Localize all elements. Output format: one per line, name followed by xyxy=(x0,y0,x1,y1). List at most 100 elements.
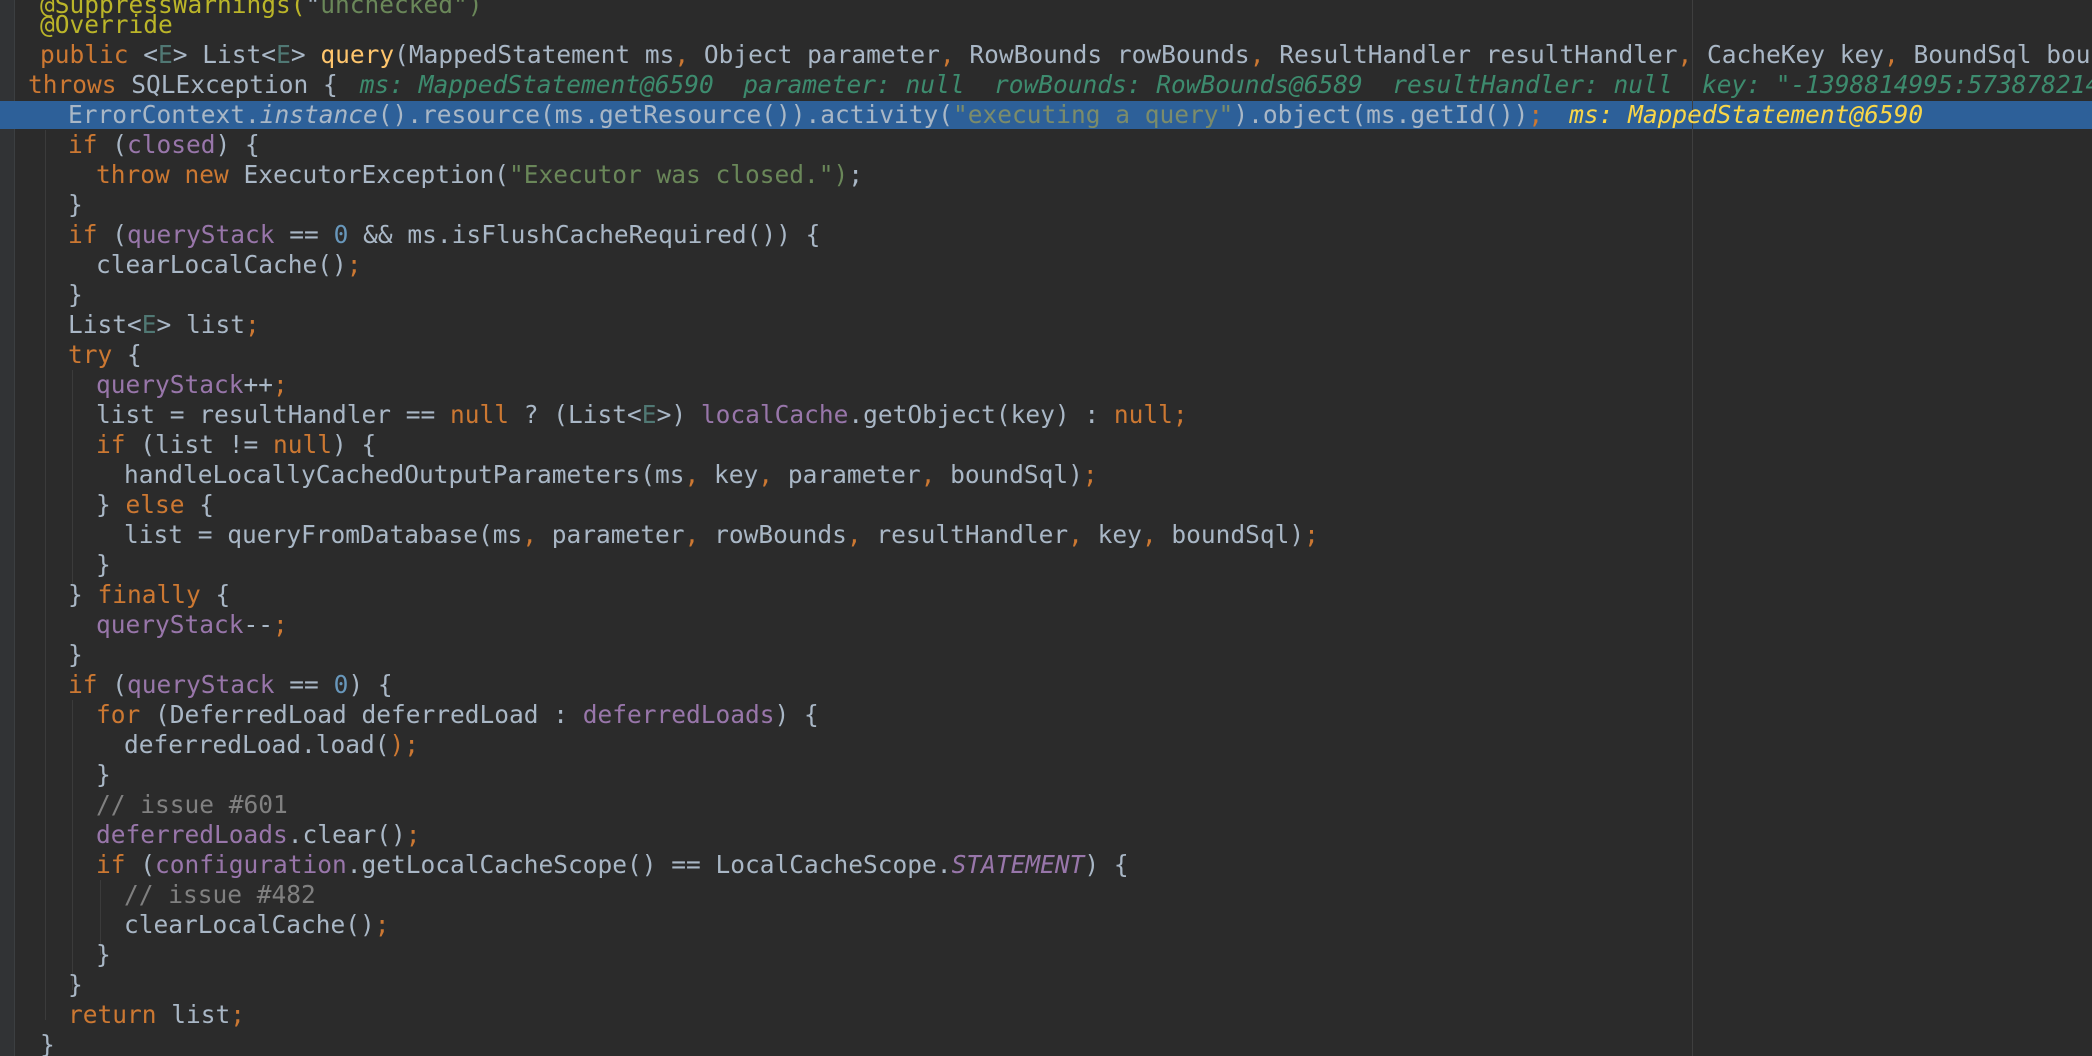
code-editor[interactable]: @SuppressWarnings("unchecked") @Override… xyxy=(0,0,2092,1056)
code-text: list = queryFromDatabase(ms xyxy=(124,520,523,549)
code-text: localCache xyxy=(700,400,849,429)
code-text: , xyxy=(939,40,955,69)
code-text: } xyxy=(68,190,83,219)
code-text: ++ xyxy=(243,370,274,399)
code-line[interactable]: queryStack--; xyxy=(96,610,288,640)
code-text: ; xyxy=(374,910,390,939)
code-text: deferredLoads xyxy=(582,700,775,729)
code-text: 0 xyxy=(333,670,349,699)
code-line[interactable]: clearLocalCache(); xyxy=(124,910,390,940)
code-text: (DeferredLoad deferredLoad : xyxy=(140,700,583,729)
code-text: null xyxy=(273,430,333,459)
code-line[interactable]: if (configuration.getLocalCacheScope() =… xyxy=(96,850,1129,880)
code-comment: // issue #482 xyxy=(124,880,316,909)
code-text: E xyxy=(158,40,173,69)
code-text: RowBounds rowBounds xyxy=(954,40,1250,69)
code-text: ; xyxy=(273,610,288,639)
code-line[interactable]: List<E> list; xyxy=(68,310,260,340)
code-line[interactable]: } xyxy=(68,280,83,310)
code-line[interactable]: } xyxy=(96,940,111,970)
code-line[interactable]: return list; xyxy=(68,1000,245,1030)
code-line[interactable]: deferredLoad.load(); xyxy=(124,730,419,760)
code-text: deferredLoad.load( xyxy=(124,730,390,759)
code-text: BoundSql boundSql) xyxy=(1913,40,2092,69)
code-line[interactable]: list = resultHandler == null ? (List<E>)… xyxy=(96,400,1188,430)
code-line[interactable]: clearLocalCache(); xyxy=(96,250,362,280)
code-text: == xyxy=(274,220,334,249)
code-line[interactable]: throw new ExecutorException("Executor wa… xyxy=(96,160,863,190)
code-line[interactable]: if (list != null) { xyxy=(96,430,376,460)
code-text: } xyxy=(68,280,83,309)
code-text: ; xyxy=(405,820,421,849)
code-text: ; xyxy=(848,160,864,189)
code-text: null; xyxy=(1113,400,1188,429)
code-text: "executing a query" xyxy=(953,100,1234,129)
code-text: ( xyxy=(97,220,128,249)
code-text: , xyxy=(758,460,774,489)
code-text: queryStack xyxy=(127,670,275,699)
code-text: if xyxy=(68,220,98,249)
code-text: handleLocallyCachedOutputParameters(ms xyxy=(124,460,685,489)
code-line[interactable]: } xyxy=(96,550,111,580)
code-line[interactable]: } xyxy=(68,970,83,1000)
code-text: 0 xyxy=(333,220,349,249)
code-text: instance xyxy=(259,100,378,129)
code-text: closed xyxy=(127,130,216,159)
code-line[interactable]: if (queryStack == 0) { xyxy=(68,670,393,700)
code-text: ( xyxy=(97,130,128,159)
code-text: } xyxy=(68,640,83,669)
code-text: ) { xyxy=(774,700,819,729)
code-text: ; xyxy=(1082,460,1098,489)
code-line[interactable]: if (closed) { xyxy=(68,130,260,160)
code-text: > List< xyxy=(172,40,277,69)
code-text: ( xyxy=(97,670,128,699)
code-text: } xyxy=(68,580,98,609)
code-line[interactable]: } xyxy=(40,1030,55,1056)
code-line[interactable]: handleLocallyCachedOutputParameters(ms, … xyxy=(124,460,1098,490)
code-line[interactable]: @Override xyxy=(40,10,173,40)
code-text: Object parameter xyxy=(689,40,940,69)
code-line[interactable]: // issue #601 xyxy=(96,790,288,820)
code-line[interactable]: } else { xyxy=(96,490,214,520)
inline-debug-values: ms: MappedStatement@6590 parameter: null… xyxy=(359,70,2092,99)
code-text: parameter xyxy=(537,520,685,549)
code-text: key xyxy=(699,460,759,489)
code-text: ; xyxy=(1528,100,1544,129)
editor-gutter[interactable] xyxy=(0,0,15,1056)
code-text: clearLocalCache() xyxy=(124,910,375,939)
code-line[interactable]: } xyxy=(96,760,111,790)
code-text: @Override xyxy=(40,10,173,39)
code-text: } xyxy=(96,550,111,579)
code-text: ().resource(ms.getResource()).activity( xyxy=(377,100,954,129)
code-text: ; xyxy=(1304,520,1319,549)
code-text: finally xyxy=(97,580,201,609)
code-text: try xyxy=(68,340,113,369)
code-line[interactable]: for (DeferredLoad deferredLoad : deferre… xyxy=(96,700,819,730)
code-line[interactable]: queryStack++; xyxy=(96,370,288,400)
code-text: throws xyxy=(28,70,117,99)
code-text: { xyxy=(200,580,231,609)
code-text: ? (List< xyxy=(509,400,642,429)
code-text: unchecked") xyxy=(320,0,483,19)
code-text: key xyxy=(1082,520,1142,549)
inline-debug-value-current: ms: MappedStatement@6590 xyxy=(1569,100,1924,129)
code-line[interactable]: public <E> List<E> query(MappedStatement… xyxy=(40,40,2092,70)
code-line[interactable]: } xyxy=(68,640,83,670)
code-line[interactable]: deferredLoads.clear(); xyxy=(96,820,421,850)
code-text: ).object(ms.getId()) xyxy=(1233,100,1529,129)
code-line[interactable]: if (queryStack == 0 && ms.isFlushCacheRe… xyxy=(68,220,820,250)
code-text: boundSql) xyxy=(935,460,1083,489)
code-line[interactable]: // issue #482 xyxy=(124,880,316,910)
code-text: "Executor was closed.") xyxy=(509,160,849,189)
code-line[interactable]: try { xyxy=(68,340,142,370)
code-text: , xyxy=(1068,520,1083,549)
code-text: resultHandler xyxy=(861,520,1069,549)
code-line[interactable]: } xyxy=(68,190,83,220)
code-text: (MappedStatement ms xyxy=(394,40,675,69)
code-line[interactable]: } finally { xyxy=(68,580,230,610)
code-line-current[interactable]: ErrorContext.instance().resource(ms.getR… xyxy=(68,100,1923,130)
code-line[interactable]: list = queryFromDatabase(ms, parameter, … xyxy=(124,520,1319,550)
code-line[interactable]: throws SQLException {ms: MappedStatement… xyxy=(28,70,2092,100)
code-text: throw new xyxy=(96,160,229,189)
code-text: E xyxy=(276,40,291,69)
